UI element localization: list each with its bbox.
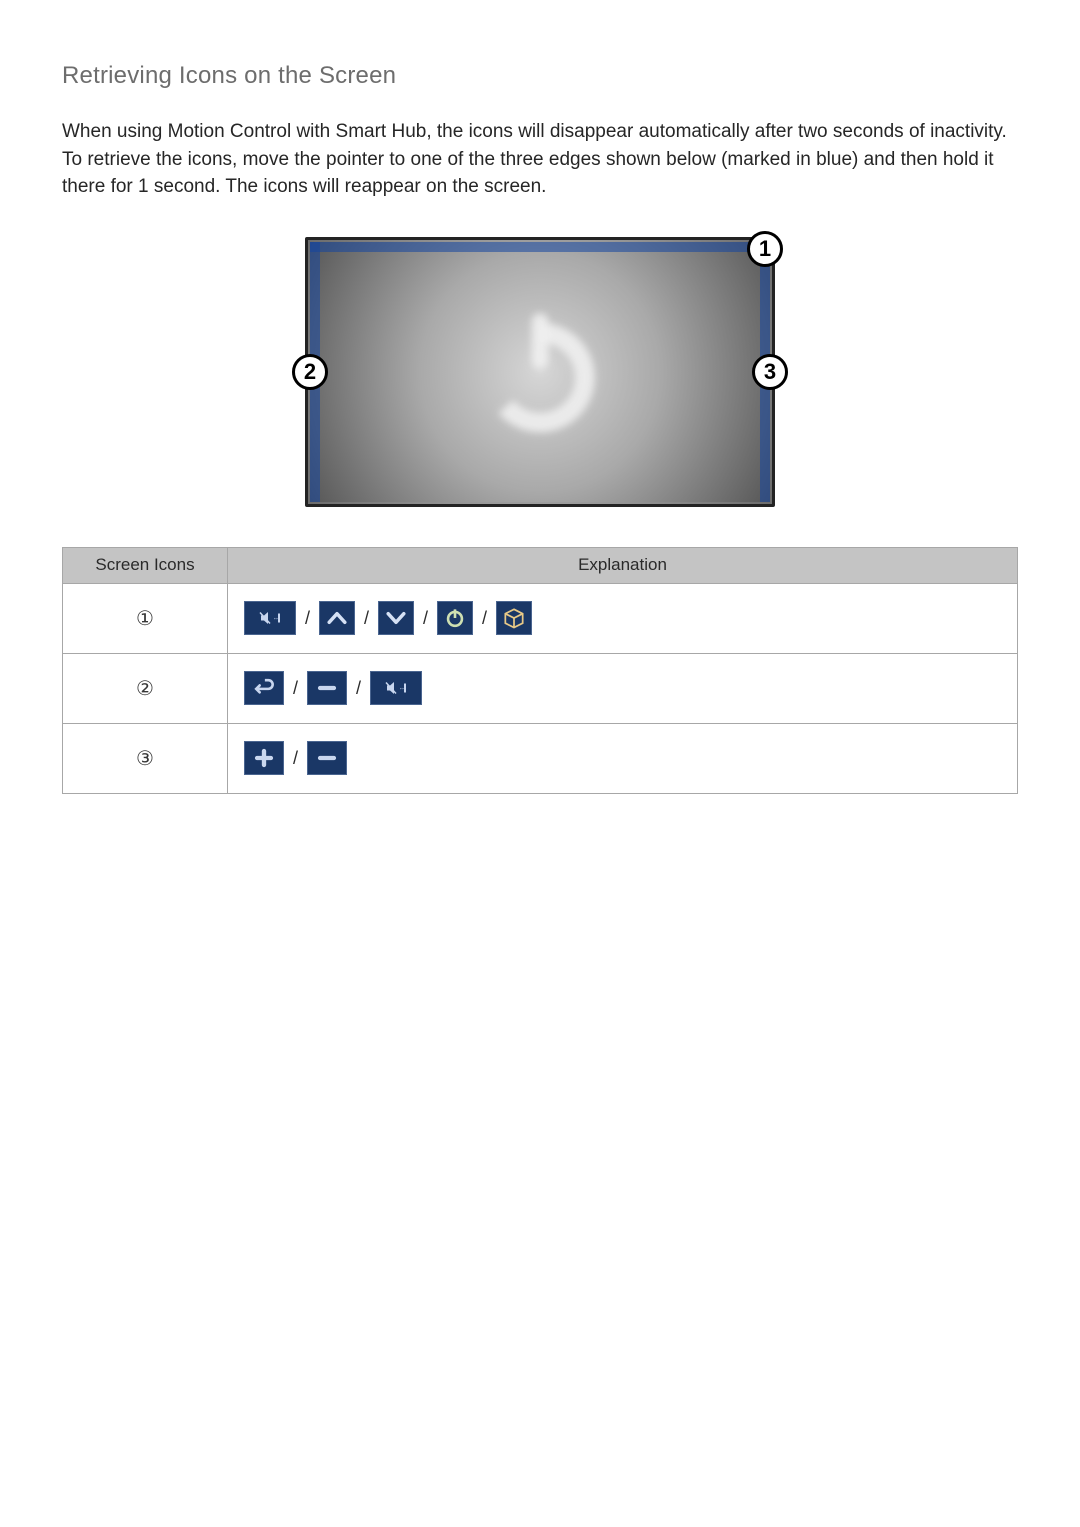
return-icon <box>244 671 284 705</box>
separator: / <box>355 678 362 699</box>
screen-illustration: 1 2 3 <box>305 237 775 507</box>
separator: / <box>304 608 311 629</box>
power-icon <box>470 302 610 442</box>
tv-frame <box>305 237 775 507</box>
mute-speaker-icon: ↔ <box>370 671 422 705</box>
marker-3: 3 <box>752 354 788 390</box>
minus-icon <box>307 741 347 775</box>
table-row: ③ / <box>63 723 1018 793</box>
separator: / <box>292 678 299 699</box>
page-title: Retrieving Icons on the Screen <box>62 62 1018 90</box>
power-small-icon <box>437 601 473 635</box>
separator: / <box>481 608 488 629</box>
cube-icon <box>496 601 532 635</box>
row-marker-3: ③ <box>136 748 154 770</box>
separator: / <box>422 608 429 629</box>
table-row: ① ↔ / / / <box>63 583 1018 653</box>
minus-icon <box>307 671 347 705</box>
marker-2: 2 <box>292 354 328 390</box>
chevron-down-icon <box>378 601 414 635</box>
th-screen-icons: Screen Icons <box>63 547 228 583</box>
row-marker-2: ② <box>136 678 154 700</box>
plus-icon <box>244 741 284 775</box>
table-row: ② / / ↔ <box>63 653 1018 723</box>
icon-table: Screen Icons Explanation ① ↔ / <box>62 547 1018 794</box>
th-explanation: Explanation <box>228 547 1018 583</box>
mute-speaker-icon: ↔ <box>244 601 296 635</box>
separator: / <box>363 608 370 629</box>
separator: / <box>292 748 299 769</box>
body-paragraph: When using Motion Control with Smart Hub… <box>62 118 1018 201</box>
chevron-up-icon <box>319 601 355 635</box>
edge-top <box>310 242 770 252</box>
marker-1: 1 <box>747 231 783 267</box>
row-marker-1: ① <box>136 608 154 630</box>
